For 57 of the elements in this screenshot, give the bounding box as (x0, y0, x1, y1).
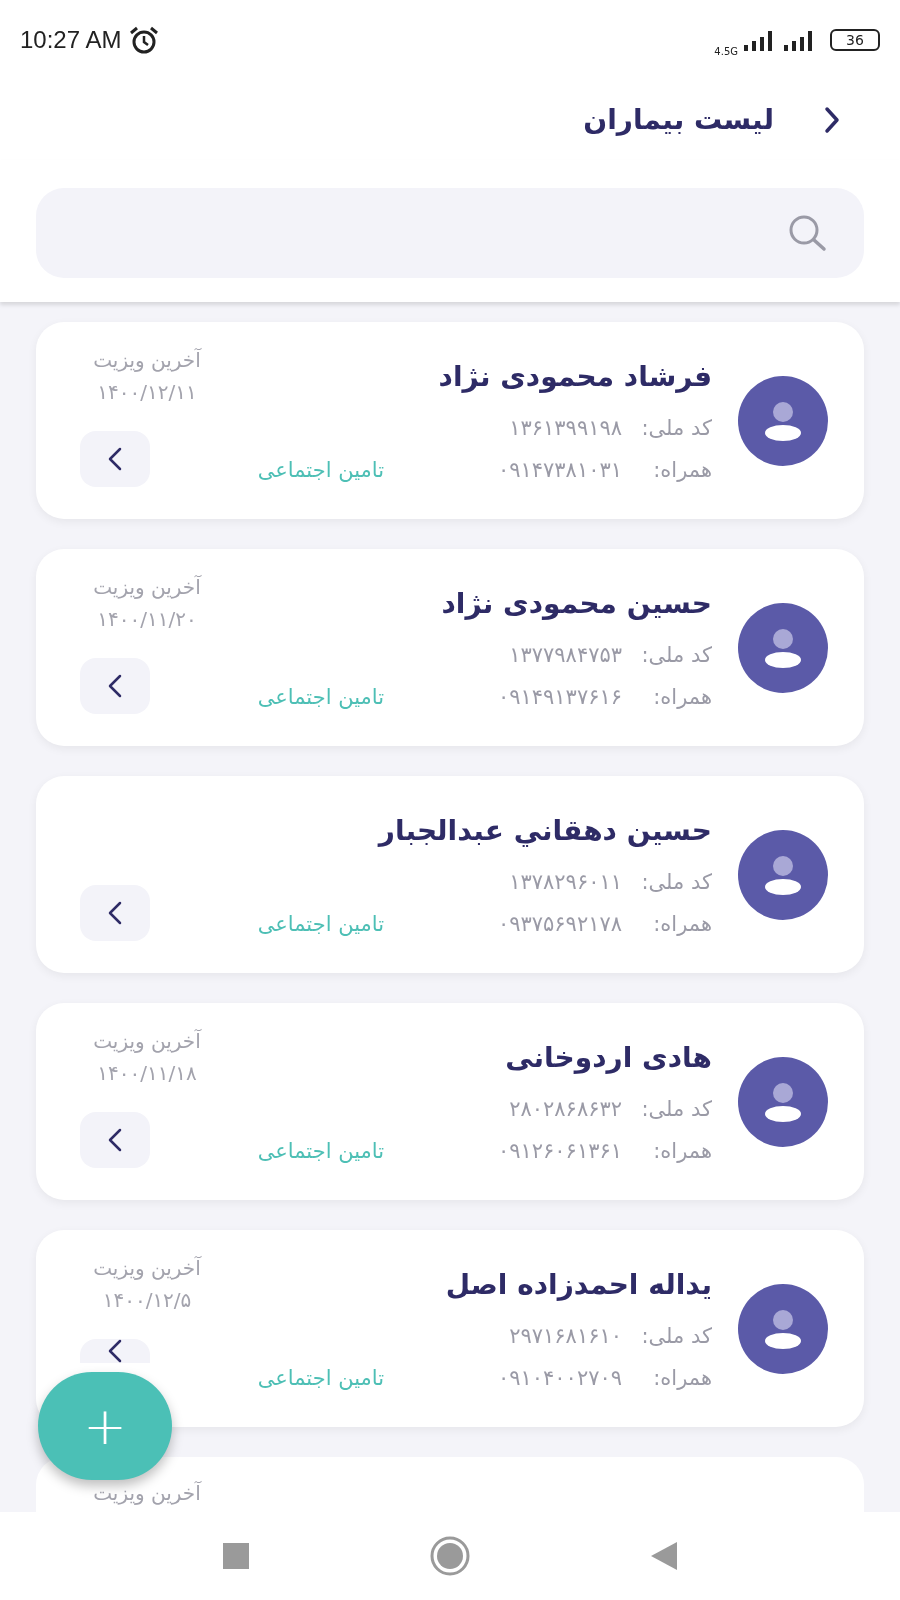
phone-label: همراه: (652, 456, 712, 484)
national-id-value: ۲۸۰۲۸۶۸۶۳۲ (509, 1096, 622, 1123)
last-visit-label: آخرین ویزیت (93, 1255, 201, 1282)
patient-name: حسين دهقاني عبدالجبار (376, 813, 712, 849)
network-type: 4.5G (714, 44, 738, 59)
phone-value: ۰۹۱۲۶۰۶۱۳۶۱ (496, 1137, 622, 1165)
search-field[interactable] (36, 188, 864, 278)
patient-card[interactable]: هادی اردوخانی کد ملی: ۲۸۰۲۸۶۸۶۳۲ همراه: ۰۹۱۲۶۰۶۱۳۶۱ تامین اجتماعی آخرین ویزیت ۱۴۰۰/۱۱/۱۸ (36, 1003, 864, 1200)
chevron-icon (824, 106, 840, 134)
national-id-value: ۲۹۷۱۶۸۱۶۱۰ (509, 1323, 622, 1350)
national-id-value: ۱۳۶۱۳۹۹۱۹۸ (509, 415, 622, 442)
insurance-label: تامین اجتماعی (257, 1137, 384, 1165)
national-id-label: کد ملی: (640, 642, 712, 669)
national-id-label: کد ملی: (640, 1096, 712, 1123)
phone-label: همراه: (652, 910, 712, 938)
chevron-icon (108, 447, 122, 471)
national-id-value: ۱۳۷۷۹۸۴۷۵۳ (509, 642, 622, 669)
national-id-label: کد ملی: (640, 869, 712, 896)
patient-card[interactable]: حسين دهقاني عبدالجبار کد ملی: ۱۳۷۸۲۹۶۰۱۱ همراه: ۰۹۳۷۵۶۹۲۱۷۸ تامین اجتماعی (36, 776, 864, 973)
chevron-icon (108, 674, 122, 698)
patient-card[interactable]: فرشاد محمودی نژاد کد ملی: ۱۳۶۱۳۹۹۱۹۸ همراه: ۰۹۱۴۷۳۸۱۰۳۱ تامین اجتماعی آخرین ویزیت ۱۴۰۰/۱۲/۱۱ (36, 322, 864, 519)
insurance-label: تامین اجتماعی (257, 910, 384, 938)
phone-value: ۰۹۱۴۷۳۸۱۰۳۱ (496, 456, 622, 484)
phone-label: همراه: (652, 1364, 712, 1392)
last-visit-label: آخرین ویزیت (93, 574, 201, 601)
patient-name: فرشاد محمودی نژاد (437, 359, 712, 395)
national-id-label: کد ملی: (640, 415, 712, 442)
last-visit-date: ۱۴۰۰/۱۲/۱۱ (97, 379, 197, 406)
patient-name: یداله احمدزاده اصل (444, 1267, 712, 1303)
chevron-icon (108, 1128, 122, 1152)
phone-value: ۰۹۱۴۹۱۳۷۶۱۶ (496, 683, 622, 711)
phone-label: همراه: (652, 1137, 712, 1165)
patient-card[interactable]: حسین محمودی نژاد کد ملی: ۱۳۷۷۹۸۴۷۵۳ همراه: ۰۹۱۴۹۱۳۷۶۱۶ تامین اجتماعی آخرین ویزیت ۱۴۰۰/۱۱/۲۰ (36, 549, 864, 746)
insurance-label: تامین اجتماعی (257, 683, 384, 711)
insurance-label: تامین اجتماعی (257, 456, 384, 484)
patient-name: حسین محمودی نژاد (440, 586, 712, 622)
phone-label: همراه: (652, 683, 712, 711)
back-icon[interactable] (651, 1542, 677, 1570)
battery-indicator: 36 (830, 29, 880, 51)
last-visit-date: ۱۴۰۰/۱۱/۱۸ (97, 1060, 197, 1087)
last-visit-label: آخرین ویزیت (93, 1028, 201, 1055)
page-title: لیست بیماران (583, 102, 774, 138)
details-button[interactable] (80, 1339, 150, 1363)
chevron-icon (108, 1339, 122, 1363)
national-id-label: کد ملی: (640, 1323, 712, 1350)
phone-value: ۰۹۳۷۵۶۹۲۱۷۸ (496, 910, 622, 938)
national-id-value: ۱۳۷۸۲۹۶۰۱۱ (509, 869, 622, 896)
insurance-label: تامین اجتماعی (257, 1364, 384, 1392)
home-icon[interactable] (429, 1535, 471, 1577)
phone-value: ۰۹۱۰۴۰۰۲۷۰۹ (496, 1364, 622, 1392)
last-visit-date: ۱۴۰۰/۱۱/۲۰ (97, 606, 197, 633)
status-time: 10:27 AM (20, 25, 122, 55)
last-visit-label: آخرین ویزیت (93, 1480, 201, 1507)
patient-name: هادی اردوخانی (504, 1040, 712, 1076)
last-visit-label: آخرین ویزیت (93, 347, 201, 374)
last-visit-date: ۱۴۰۰/۱۲/۵ (102, 1287, 192, 1314)
chevron-icon (108, 901, 122, 925)
